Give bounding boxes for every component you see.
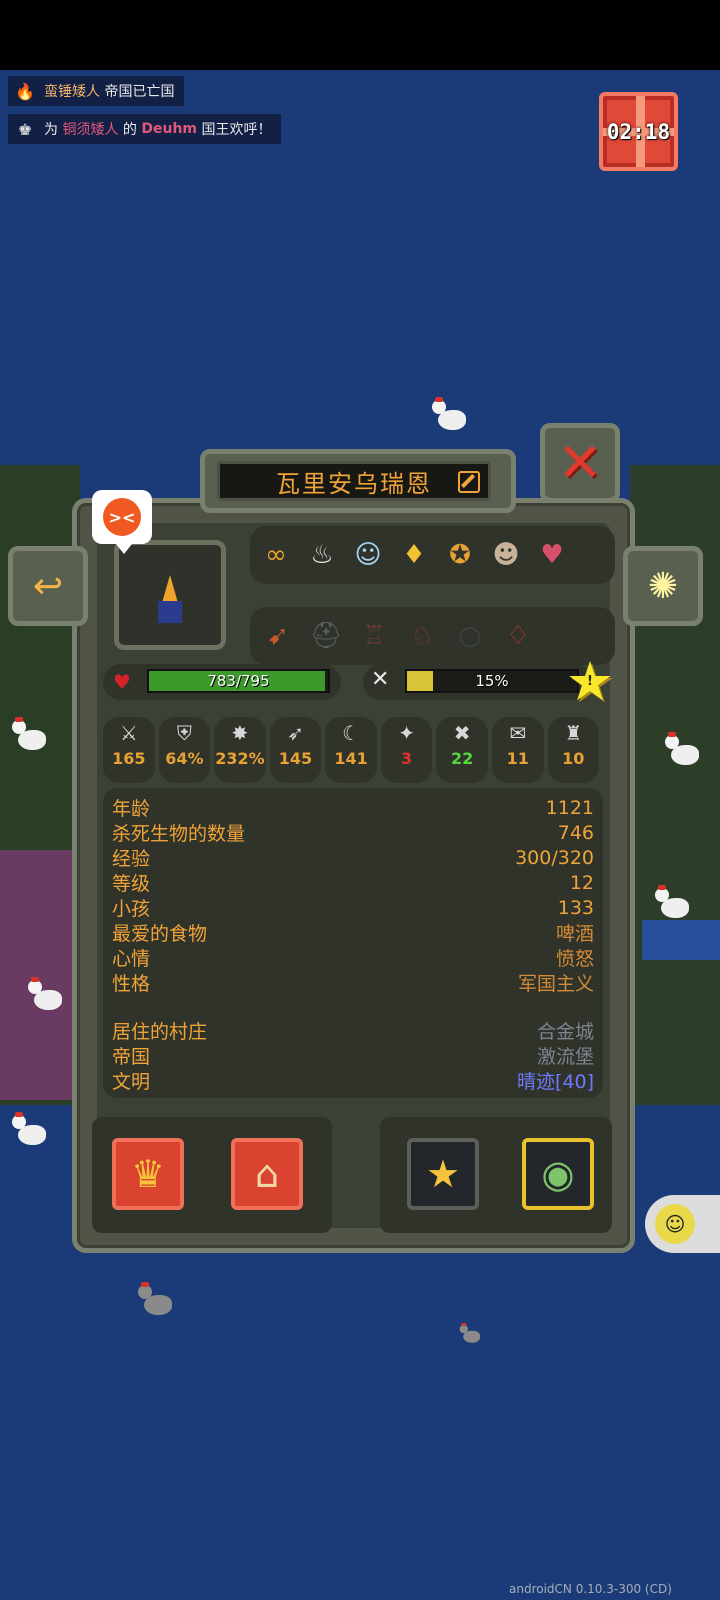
edit-name-icon[interactable]	[458, 471, 480, 493]
info-row-level: 等级 12	[112, 871, 594, 896]
info-row-mood: 心情 愤怒	[112, 948, 594, 970]
mood-bubble[interactable]: ><	[92, 490, 152, 554]
fork-spoon-icon: ✕	[371, 667, 390, 692]
ring-icon[interactable]: ○	[448, 616, 492, 656]
potion-icon: ♜	[564, 721, 583, 745]
eye-follow-icon: ◉	[541, 1152, 575, 1196]
amulet-icon[interactable]: ♢	[496, 616, 540, 656]
lightbulb-button[interactable]: ✺	[623, 546, 703, 626]
close-icon: ✕	[557, 431, 603, 494]
crown-icon: ♛	[130, 1152, 166, 1196]
favorite-button[interactable]: ★	[407, 1138, 479, 1210]
chicken-creature[interactable]	[459, 1323, 483, 1345]
stat-stewardship[interactable]: ♜ 10	[547, 717, 600, 783]
lake	[642, 920, 720, 960]
unit-name: 瓦里安乌瑞恩	[276, 469, 432, 498]
version-label: androidCN 0.10.3-300 (CD)	[509, 1582, 672, 1596]
stat-crit[interactable]: ✸ 232%	[214, 717, 266, 783]
chicken-creature[interactable]	[12, 1112, 50, 1149]
shield-icon: ⛨	[176, 721, 192, 745]
unit-avatar	[150, 575, 190, 625]
info-row-village[interactable]: 居住的村庄 合金城	[112, 1018, 594, 1043]
helmet-icon[interactable]: ⛑	[304, 616, 348, 656]
stat-damage[interactable]: ⚔ 165	[103, 717, 155, 783]
bow-icon[interactable]: ➹	[256, 616, 300, 656]
hooded-figure-icon[interactable]: ☻	[486, 535, 526, 575]
favorite-star-icon: ★	[425, 1152, 461, 1196]
medal-icon[interactable]: ✪	[440, 535, 480, 575]
stat-intelligence[interactable]: ✉ 11	[491, 717, 544, 783]
info-row-age: 年龄 1121	[112, 796, 594, 821]
stats-row: ⚔ 165 ⛨ 64% ✸ 232% ➶ 145 ☾ 141 ✦ 3 ✖ 22 ✉ 11 ♜ 10	[103, 717, 603, 783]
heart-mask-icon[interactable]: ♥	[532, 535, 572, 575]
chicken-creature[interactable]	[12, 717, 50, 754]
village-icon: ⌂	[254, 1152, 280, 1196]
level-star-text: !	[587, 674, 593, 689]
info-row-exp: 经验 300/320	[112, 846, 594, 871]
hunger-text: 15%	[475, 672, 509, 690]
notification-king-cheer[interactable]: ♚ 为 铜须矮人 的 Deuhm 国王欢呼！	[8, 114, 282, 144]
scythe-icon: ☾	[342, 721, 360, 745]
stat-range[interactable]: ✦ 3	[380, 717, 433, 783]
close-button[interactable]: ✕	[540, 423, 620, 503]
speed-wing-icon: ➶	[287, 721, 304, 745]
chicken-creature[interactable]	[138, 1282, 176, 1319]
boots-icon[interactable]: ♘	[400, 616, 444, 656]
chicken-creature[interactable]	[665, 732, 703, 769]
king-icon: ♚	[17, 119, 33, 139]
level-star-icon[interactable]: ★!	[560, 654, 620, 710]
meat-icon[interactable]: ♨	[302, 535, 342, 575]
unit-name-field[interactable]: 瓦里安乌瑞恩	[217, 461, 491, 501]
chicken-creature[interactable]	[655, 885, 693, 922]
assistant-face-icon: ☺	[655, 1204, 695, 1244]
ghost-icon[interactable]: ☺	[348, 535, 388, 575]
scroll-icon: ✉	[509, 721, 527, 745]
gift-timer-button[interactable]: 02:18	[599, 92, 678, 171]
follow-camera-button[interactable]: ◉	[522, 1138, 594, 1210]
gift-timer-text: 02:18	[606, 119, 671, 144]
unit-info-table: 年龄 1121 杀死生物的数量 746 经验 300/320 等级 12 小孩 133 最…	[103, 788, 603, 1098]
stat-armor[interactable]: ⛨ 64%	[158, 717, 211, 783]
traits-row: ∞ ♨ ☺ ♦ ✪ ☻ ♥	[250, 526, 615, 584]
hunger-bar-container: ✕ 15%	[363, 664, 593, 700]
notification-empire-fallen[interactable]: 🔥 蛮锤矮人 帝国已亡国	[8, 76, 185, 106]
heart-icon: ♥	[113, 670, 131, 694]
chicken-creature[interactable]	[432, 397, 470, 434]
back-arrow-icon: ↩	[32, 565, 64, 607]
health-bar-container: ♥ 783/795	[103, 664, 341, 700]
crossed-swords-icon: ✖	[453, 721, 471, 745]
sword-icon: ⚔	[119, 721, 138, 745]
village-button[interactable]: ⌂	[231, 1138, 303, 1210]
health-text: 783/795	[207, 672, 270, 690]
assistant-button[interactable]: ☺	[645, 1195, 720, 1253]
armor-icon[interactable]: ♖	[352, 616, 396, 656]
golden-tooth-icon[interactable]: ♦	[394, 535, 434, 575]
infinity-icon[interactable]: ∞	[256, 535, 296, 575]
chicken-creature[interactable]	[28, 977, 66, 1014]
lightbulb-icon: ✺	[647, 565, 679, 607]
stat-attack-speed[interactable]: ☾ 141	[325, 717, 377, 783]
crit-icon: ✸	[231, 721, 249, 745]
stat-speed[interactable]: ➶ 145	[269, 717, 322, 783]
fire-icon: 🔥	[15, 81, 35, 101]
info-row-personality: 性格 军国主义	[112, 973, 594, 995]
info-row-empire[interactable]: 帝国 激流堡	[112, 1043, 594, 1068]
info-row-culture[interactable]: 文明 晴迹[40]	[112, 1068, 594, 1093]
stat-skill[interactable]: ✖ 22	[436, 717, 488, 783]
angry-face-icon: ><	[103, 498, 141, 536]
range-icon: ✦	[398, 721, 415, 745]
info-row-kills: 杀死生物的数量 746	[112, 821, 594, 846]
back-button[interactable]: ↩	[8, 546, 88, 626]
info-row-favorite-food: 最爱的食物 啤酒	[112, 923, 594, 945]
make-king-button[interactable]: ♛	[112, 1138, 184, 1210]
info-row-children: 小孩 133	[112, 896, 594, 921]
